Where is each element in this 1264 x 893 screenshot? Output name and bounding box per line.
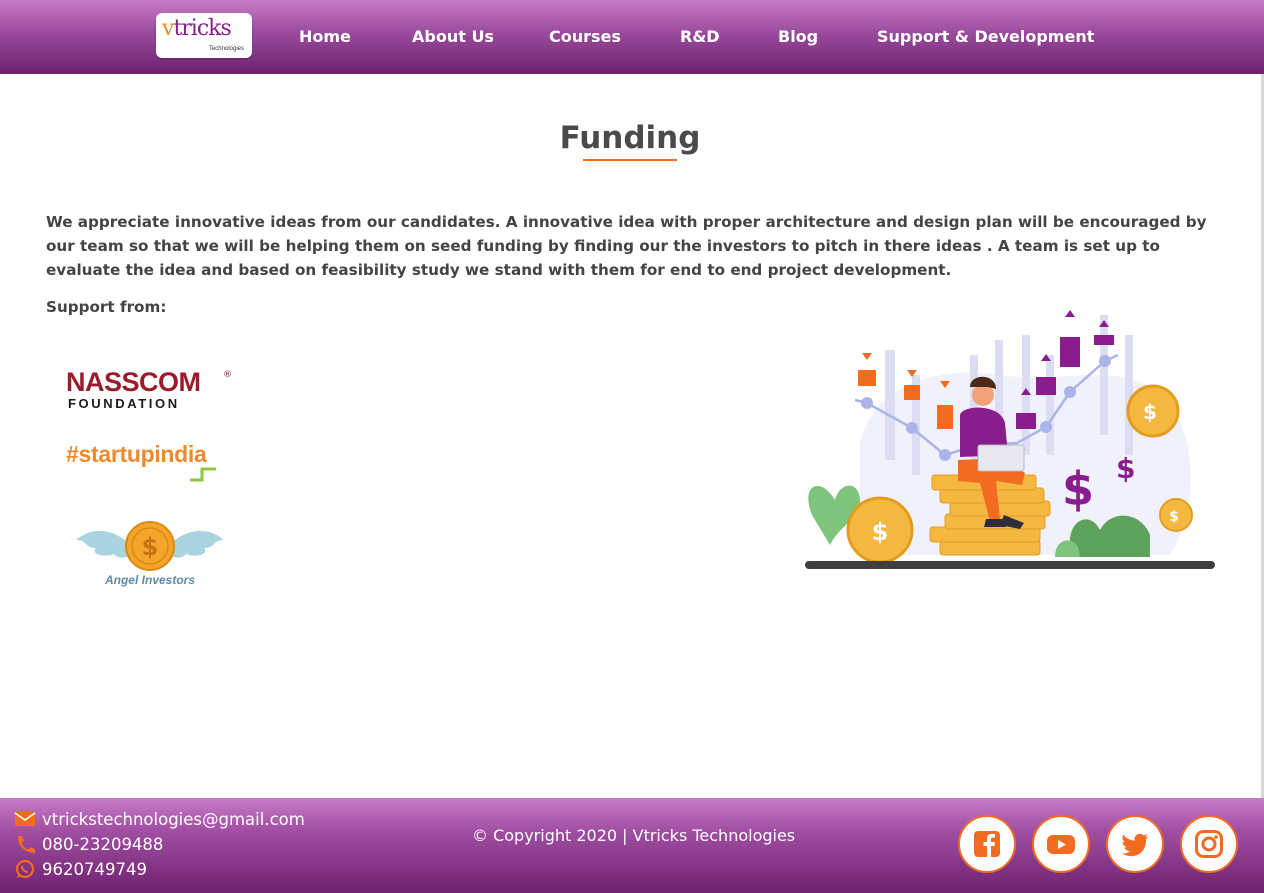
top-navbar: vtricks Technologies Home About Us Cours… bbox=[0, 0, 1264, 74]
nav-courses[interactable]: Courses bbox=[549, 27, 621, 46]
coin-dollar-3: $ bbox=[1169, 509, 1179, 525]
nav-home[interactable]: Home bbox=[299, 27, 351, 46]
winged-coin-icon: $ bbox=[76, 521, 224, 571]
footer: vtrickstechnologies@gmail.com 080-232094… bbox=[0, 798, 1264, 893]
logo-subtitle: Technologies bbox=[208, 46, 244, 52]
phone-text: 080-23209488 bbox=[42, 834, 164, 854]
twitter-icon bbox=[1121, 833, 1148, 857]
contact-email[interactable]: vtrickstechnologies@gmail.com bbox=[14, 809, 305, 829]
whatsapp-text: 9620749749 bbox=[42, 859, 147, 879]
startup-india-wordmark: #startupindia bbox=[66, 441, 207, 467]
page-title: Funding bbox=[559, 120, 701, 156]
support-label: Support from: bbox=[46, 298, 167, 316]
foundation-wordmark: FOUNDATION bbox=[68, 396, 180, 411]
instagram-link[interactable] bbox=[1180, 815, 1238, 873]
twitter-link[interactable] bbox=[1106, 815, 1164, 873]
facebook-link[interactable] bbox=[958, 815, 1016, 873]
instagram-icon bbox=[1195, 830, 1223, 858]
logo-wordmark: vtricks bbox=[162, 16, 232, 41]
phone-icon bbox=[17, 836, 35, 853]
whatsapp-icon bbox=[15, 859, 35, 879]
title-underline bbox=[583, 159, 677, 161]
mail-icon bbox=[14, 812, 36, 826]
svg-text:$: $ bbox=[142, 533, 159, 561]
nav-about-us[interactable]: About Us bbox=[412, 27, 494, 46]
page: vtricks Technologies Home About Us Cours… bbox=[0, 0, 1264, 893]
nasscom-foundation-logo: NASSCOM ® FOUNDATION bbox=[66, 367, 236, 415]
intro-paragraph: We appreciate innovative ideas from our … bbox=[46, 213, 1207, 279]
nav-rnd[interactable]: R&D bbox=[680, 27, 720, 46]
contact-phone[interactable]: 080-23209488 bbox=[14, 834, 163, 854]
registered-mark: ® bbox=[223, 370, 232, 380]
coin-dollar-2: $ bbox=[1143, 400, 1157, 424]
copyright-text: © Copyright 2020 | Vtricks Technologies bbox=[472, 826, 796, 845]
coin-dollar-1: $ bbox=[872, 518, 889, 546]
startup-india-swoosh-icon bbox=[190, 467, 216, 482]
youtube-link[interactable] bbox=[1032, 815, 1090, 873]
youtube-icon bbox=[1047, 835, 1075, 854]
dollar-sign-large: $ bbox=[1062, 462, 1094, 516]
nasscom-wordmark: NASSCOM bbox=[66, 367, 201, 397]
funding-illustration: $ $ $ $ $ bbox=[805, 310, 1215, 569]
facebook-icon bbox=[974, 831, 1000, 857]
angel-investors-logo: $ Angel Investors bbox=[74, 518, 226, 592]
dollar-sign-small: $ bbox=[1116, 452, 1135, 485]
vtricks-logo[interactable]: vtricks Technologies bbox=[156, 13, 252, 58]
angel-investors-label: Angel Investors bbox=[104, 573, 196, 587]
contact-whatsapp[interactable]: 9620749749 bbox=[14, 859, 147, 879]
nav-support-development[interactable]: Support & Development bbox=[877, 27, 1094, 46]
email-text: vtrickstechnologies@gmail.com bbox=[42, 809, 305, 829]
nav-blog[interactable]: Blog bbox=[778, 27, 818, 46]
startup-india-logo: #startupindia bbox=[66, 441, 236, 485]
